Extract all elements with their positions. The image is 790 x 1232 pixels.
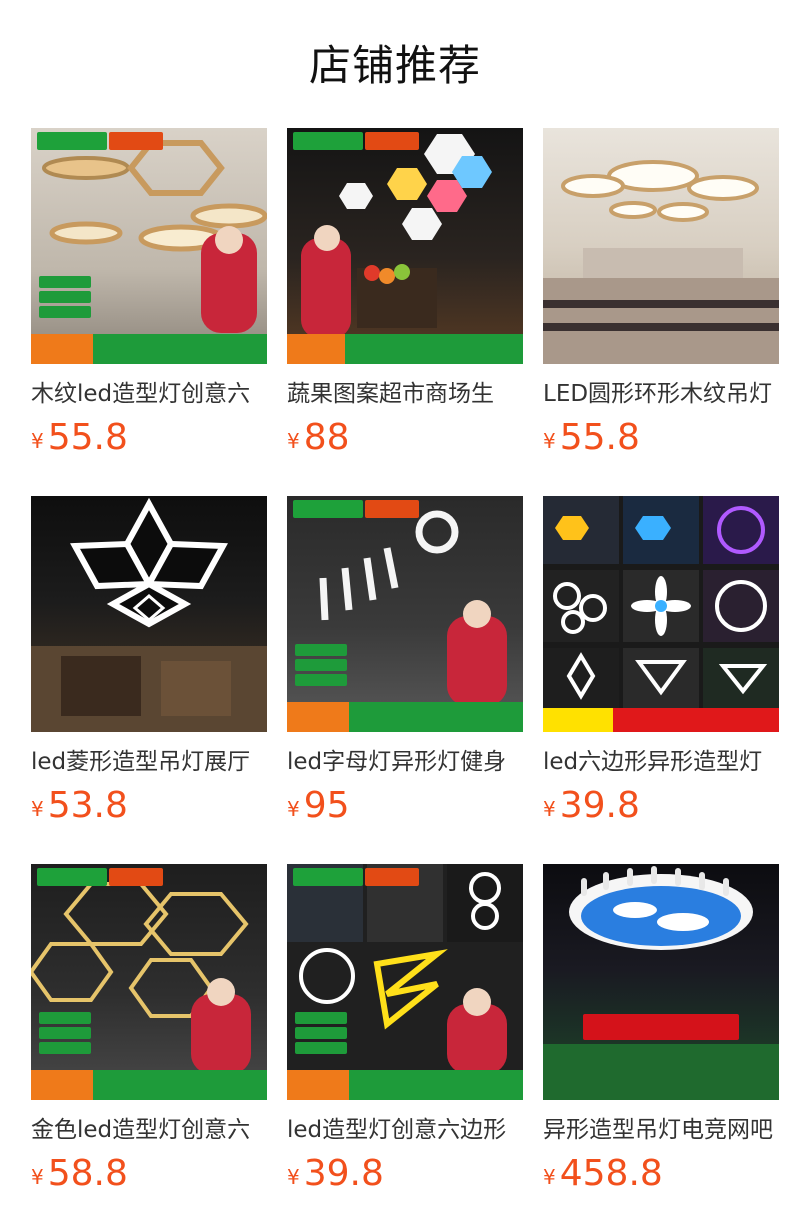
product-image[interactable] [287, 496, 523, 732]
product-image[interactable] [31, 128, 267, 364]
product-card[interactable]: 蔬果图案超市商场生 ¥88 [287, 128, 523, 458]
product-card[interactable]: led造型灯创意六边形 ¥39.8 [287, 864, 523, 1194]
price-value: 39.8 [559, 785, 640, 826]
product-card[interactable]: 异形造型吊灯电竞网吧 ¥458.8 [543, 864, 779, 1194]
currency-symbol: ¥ [543, 429, 556, 453]
product-price: ¥95 [287, 786, 350, 826]
product-image[interactable] [543, 864, 779, 1100]
currency-symbol: ¥ [543, 1165, 556, 1189]
product-card[interactable]: led菱形造型吊灯展厅 ¥53.8 [31, 496, 267, 826]
product-image[interactable] [287, 864, 523, 1100]
product-card[interactable]: led六边形异形造型灯 ¥39.8 [543, 496, 779, 826]
product-image[interactable] [31, 864, 267, 1100]
price-value: 458.8 [559, 1153, 663, 1194]
product-name[interactable]: 蔬果图案超市商场生 [287, 378, 523, 410]
product-image[interactable] [31, 496, 267, 732]
price-value: 95 [303, 785, 350, 826]
product-image[interactable] [543, 496, 779, 732]
currency-symbol: ¥ [287, 1165, 300, 1189]
product-name[interactable]: 金色led造型灯创意六 [31, 1114, 267, 1146]
product-image[interactable] [287, 128, 523, 364]
price-value: 39.8 [303, 1153, 384, 1194]
product-card[interactable]: 木纹led造型灯创意六 ¥55.8 [31, 128, 267, 458]
product-name[interactable]: led字母灯异形灯健身 [287, 746, 523, 778]
currency-symbol: ¥ [31, 1165, 44, 1189]
price-value: 55.8 [559, 417, 640, 458]
product-price: ¥39.8 [287, 1154, 384, 1194]
product-image[interactable] [543, 128, 779, 364]
product-name[interactable]: LED圆形环形木纹吊灯 [543, 378, 779, 410]
product-name[interactable]: 木纹led造型灯创意六 [31, 378, 267, 410]
currency-symbol: ¥ [287, 797, 300, 821]
price-value: 55.8 [47, 417, 128, 458]
price-value: 53.8 [47, 785, 128, 826]
product-price: ¥39.8 [543, 786, 640, 826]
product-price: ¥88 [287, 418, 350, 458]
price-value: 88 [303, 417, 350, 458]
product-card[interactable]: LED圆形环形木纹吊灯 ¥55.8 [543, 128, 779, 458]
page-title: 店铺推荐 [308, 41, 481, 90]
product-name[interactable]: led造型灯创意六边形 [287, 1114, 523, 1146]
currency-symbol: ¥ [287, 429, 300, 453]
product-name[interactable]: led六边形异形造型灯 [543, 746, 779, 778]
product-price: ¥58.8 [31, 1154, 128, 1194]
product-price: ¥53.8 [31, 786, 128, 826]
price-value: 58.8 [47, 1153, 128, 1194]
currency-symbol: ¥ [31, 797, 44, 821]
product-card[interactable]: led字母灯异形灯健身 ¥95 [287, 496, 523, 826]
product-price: ¥55.8 [543, 418, 640, 458]
product-card[interactable]: 金色led造型灯创意六 ¥58.8 [31, 864, 267, 1194]
product-name[interactable]: led菱形造型吊灯展厅 [31, 746, 267, 778]
product-price: ¥458.8 [543, 1154, 663, 1194]
product-name[interactable]: 异形造型吊灯电竞网吧 [543, 1114, 779, 1146]
currency-symbol: ¥ [31, 429, 44, 453]
currency-symbol: ¥ [543, 797, 556, 821]
product-price: ¥55.8 [31, 418, 128, 458]
